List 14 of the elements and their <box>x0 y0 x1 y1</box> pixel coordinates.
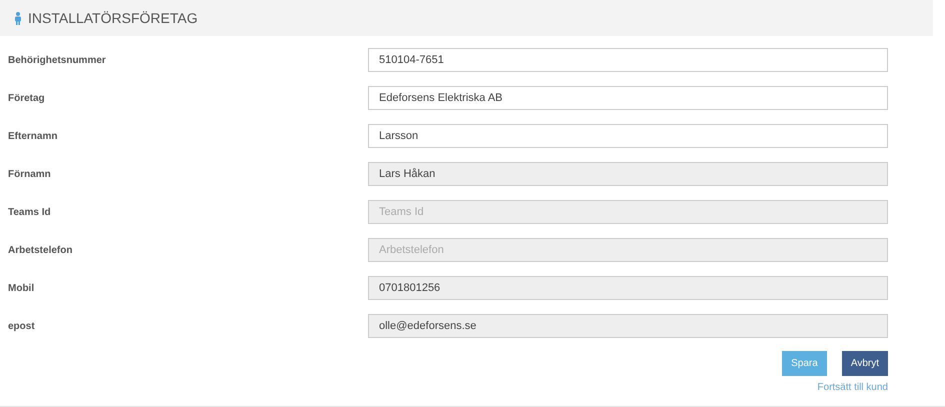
person-icon <box>14 12 22 24</box>
field-label: epost <box>8 320 36 332</box>
field-label: Förnamn <box>8 168 52 180</box>
field-label: Arbetstelefon <box>8 244 74 256</box>
input-field[interactable]: Larsson <box>368 124 888 148</box>
field-label: Företag <box>8 92 46 104</box>
cancel-button[interactable]: Avbryt <box>842 351 888 376</box>
field-label: Mobil <box>8 282 36 294</box>
field-label: Behörighetsnummer <box>8 54 107 66</box>
section-title: INSTALLATÖRSFÖRETAG <box>28 10 198 26</box>
input-field[interactable]: Edeforsens Elektriska AB <box>368 86 888 110</box>
input-field[interactable]: 510104-7651 <box>368 48 888 72</box>
field-label: Teams Id <box>8 206 52 218</box>
field-label: Efternamn <box>8 130 58 142</box>
